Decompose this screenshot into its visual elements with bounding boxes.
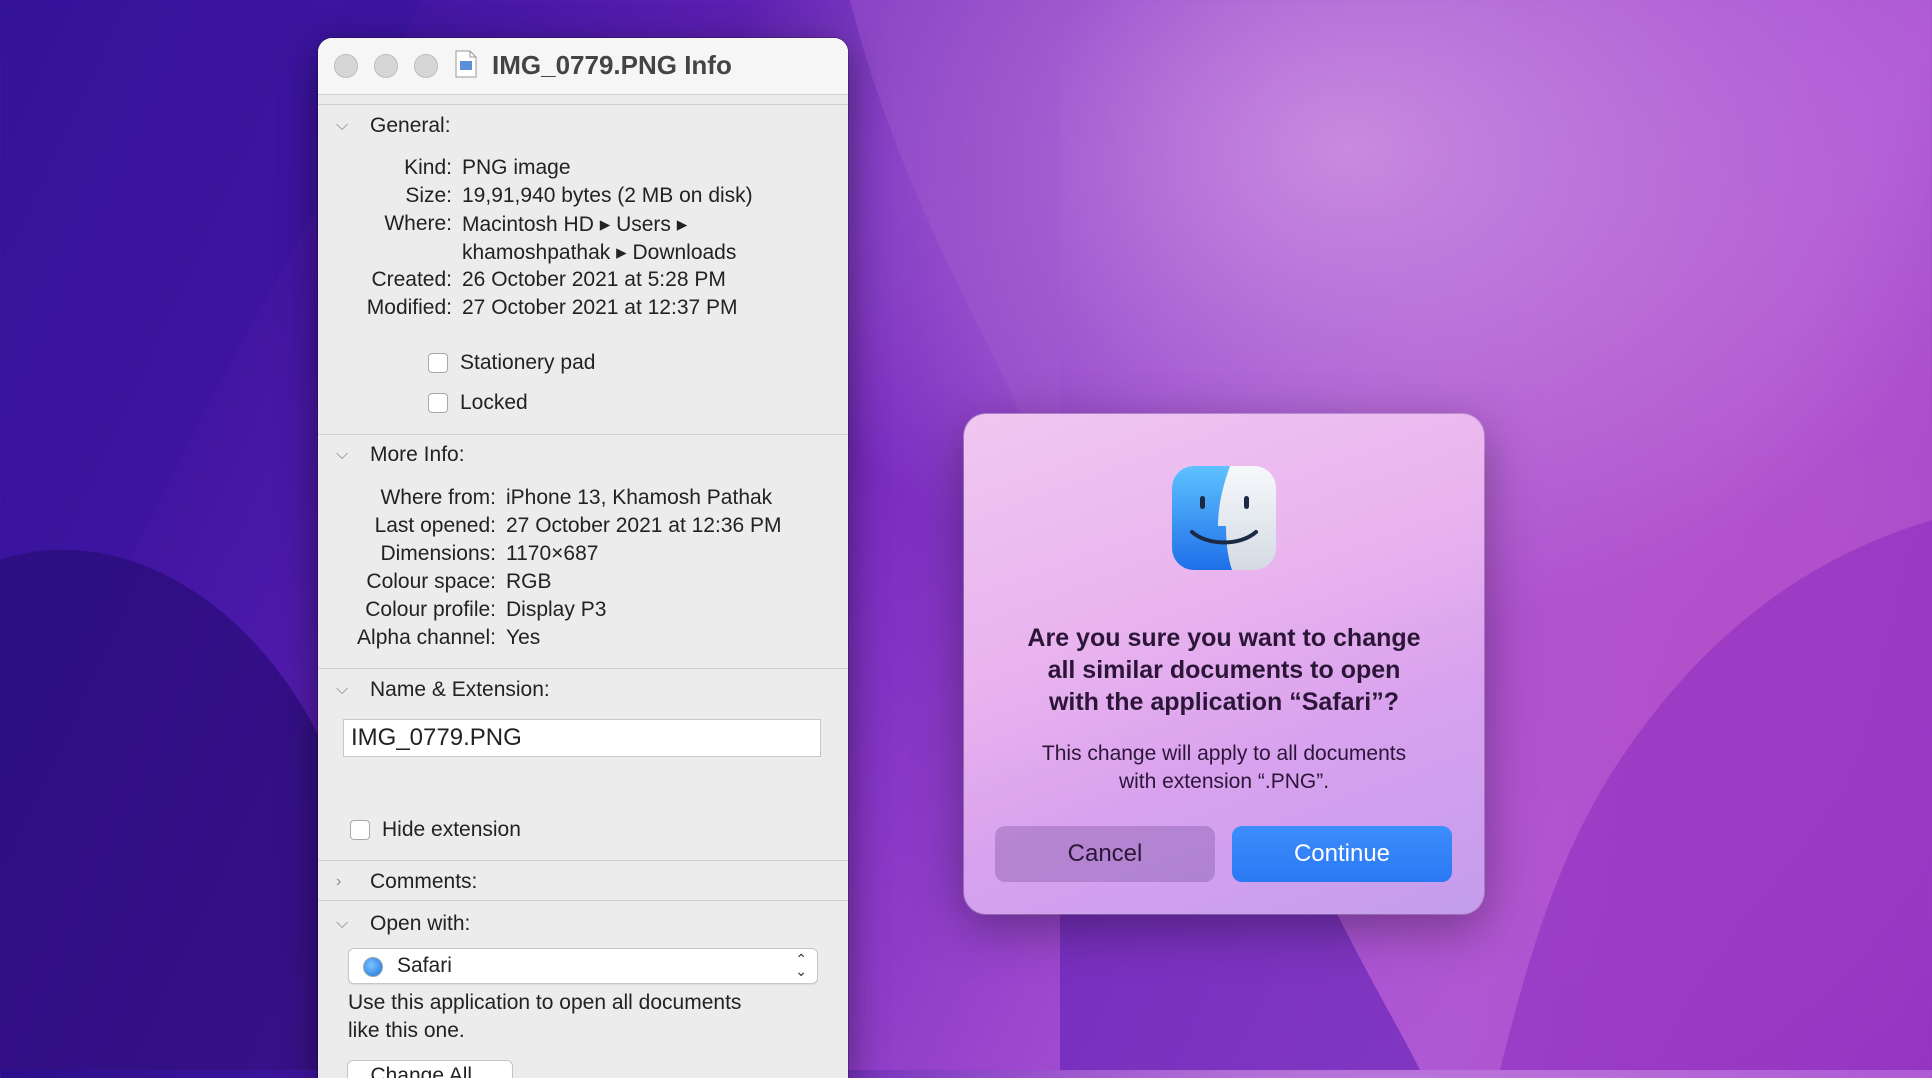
section-comments-label: Comments: xyxy=(370,870,478,893)
colour-space-label: Colour space: xyxy=(366,570,496,593)
stationery-pad-label: Stationery pad xyxy=(460,351,596,374)
open-with-popup[interactable]: Safari ⌃ ⌄ xyxy=(348,948,818,984)
chevron-down-icon[interactable]: ⌵ xyxy=(336,915,358,933)
open-with-description-1: Use this application to open all documen… xyxy=(348,991,742,1014)
popup-arrows-icon: ⌃ ⌄ xyxy=(795,951,807,979)
dialog-title-line1: Are you sure you want to change xyxy=(1027,624,1421,652)
filename-field[interactable] xyxy=(343,719,821,757)
section-comments[interactable]: › Comments: xyxy=(336,870,477,894)
kind-label: Kind: xyxy=(404,156,452,179)
where-from-label: Where from: xyxy=(380,486,496,509)
last-opened-value: 27 October 2021 at 12:36 PM xyxy=(506,514,782,537)
chevron-down-icon[interactable]: ⌵ xyxy=(336,681,358,699)
section-more-info[interactable]: ⌵ More Info: xyxy=(336,443,465,467)
dimensions-label: Dimensions: xyxy=(380,542,496,565)
created-value: 26 October 2021 at 5:28 PM xyxy=(462,268,726,291)
window-title: IMG_0779.PNG Info xyxy=(492,50,732,80)
size-label: Size: xyxy=(405,184,452,207)
hide-extension-label: Hide extension xyxy=(382,818,521,841)
document-icon xyxy=(455,50,477,78)
close-button[interactable] xyxy=(334,54,358,78)
change-all-button[interactable]: Change All... xyxy=(347,1060,513,1078)
modified-value: 27 October 2021 at 12:37 PM xyxy=(462,296,738,319)
alpha-channel-label: Alpha channel: xyxy=(357,626,496,649)
open-with-description-2: like this one. xyxy=(348,1019,465,1042)
colour-profile-label: Colour profile: xyxy=(365,598,496,621)
where-value: Macintosh HD ▸ Users ▸ xyxy=(462,213,688,236)
size-value: 19,91,940 bytes (2 MB on disk) xyxy=(462,184,753,207)
chevron-down-icon[interactable]: ⌵ xyxy=(336,446,358,464)
dimensions-value: 1170×687 xyxy=(506,542,599,565)
confirm-dialog: Are you sure you want to change all simi… xyxy=(964,414,1484,914)
colour-profile-value: Display P3 xyxy=(506,598,607,621)
section-general[interactable]: ⌵ General: xyxy=(336,114,451,138)
dialog-title-line3: with the application “Safari”? xyxy=(1048,688,1400,716)
where-value-cont: khamoshpathak ▸ Downloads xyxy=(462,241,737,264)
safari-icon xyxy=(363,957,383,977)
minimize-button[interactable] xyxy=(374,54,398,78)
dialog-message: This change will apply to all documents … xyxy=(994,740,1454,796)
dialog-message-line2: with extension “.PNG”. xyxy=(1118,770,1330,793)
stationery-pad-checkbox[interactable] xyxy=(428,353,448,373)
modified-label: Modified: xyxy=(366,296,452,319)
dialog-title-line2: all similar documents to open xyxy=(1047,656,1401,684)
colour-space-value: RGB xyxy=(506,570,552,593)
continue-button[interactable]: Continue xyxy=(1232,826,1452,882)
last-opened-label: Last opened: xyxy=(374,514,496,537)
finder-icon xyxy=(1172,466,1276,570)
kind-value: PNG image xyxy=(462,156,571,179)
locked-label: Locked xyxy=(460,391,528,414)
zoom-button[interactable] xyxy=(414,54,438,78)
chevron-down-icon[interactable]: ⌵ xyxy=(336,117,358,135)
section-general-label: General: xyxy=(370,114,451,137)
section-name-extension[interactable]: ⌵ Name & Extension: xyxy=(336,678,550,702)
hide-extension-checkbox[interactable] xyxy=(350,820,370,840)
section-more-info-label: More Info: xyxy=(370,443,465,466)
title-bar[interactable]: IMG_0779.PNG Info xyxy=(318,38,848,95)
created-label: Created: xyxy=(371,268,452,291)
alpha-channel-value: Yes xyxy=(506,626,541,649)
where-label: Where: xyxy=(384,212,452,235)
cancel-button[interactable]: Cancel xyxy=(995,826,1215,882)
get-info-window: IMG_0779.PNG Info ⌵ General: Kind: PNG i… xyxy=(318,38,848,1078)
locked-checkbox[interactable] xyxy=(428,393,448,413)
where-from-value: iPhone 13, Khamosh Pathak xyxy=(506,486,773,509)
open-with-app-label: Safari xyxy=(397,954,452,977)
dialog-title: Are you sure you want to change all simi… xyxy=(994,622,1454,718)
section-open-with[interactable]: ⌵ Open with: xyxy=(336,912,470,936)
section-name-extension-label: Name & Extension: xyxy=(370,678,550,701)
chevron-right-icon[interactable]: › xyxy=(336,873,358,891)
section-open-with-label: Open with: xyxy=(370,912,471,935)
dialog-message-line1: This change will apply to all documents xyxy=(1041,742,1407,765)
